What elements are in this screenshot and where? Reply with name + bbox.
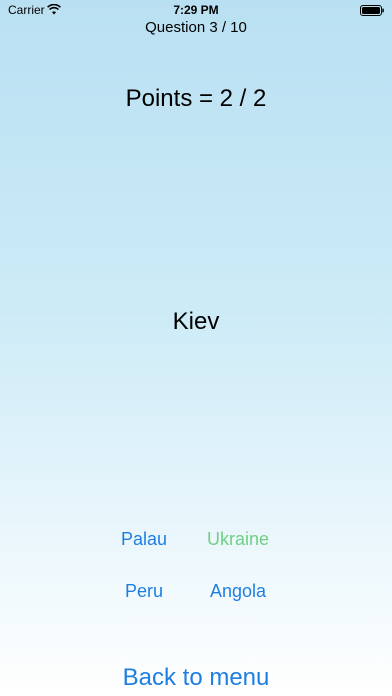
status-time: 7:29 PM <box>173 3 219 17</box>
question-prompt: Kiev <box>172 308 220 335</box>
question-counter: Question 3 / 10 <box>145 19 247 36</box>
answer-button-angola[interactable]: Angola <box>178 581 298 602</box>
back-to-menu-button[interactable]: Back to menu <box>0 664 392 692</box>
battery-icon <box>360 5 384 16</box>
answer-button-ukraine[interactable]: Ukraine <box>178 529 298 550</box>
points-label: Points = 2 / 2 <box>125 85 267 112</box>
status-bar: Carrier 7:29 PM <box>0 0 392 20</box>
